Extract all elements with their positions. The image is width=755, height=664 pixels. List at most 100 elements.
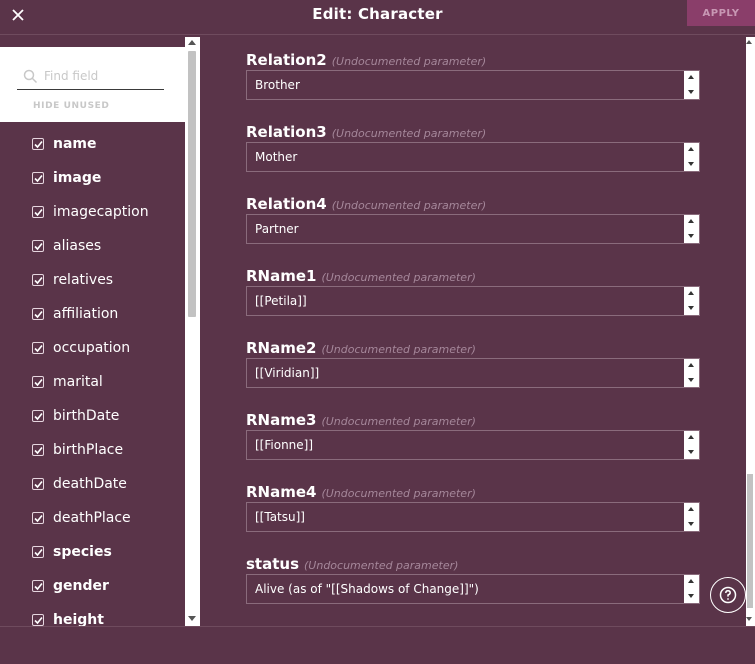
- checkbox[interactable]: [32, 478, 44, 490]
- check-icon: [33, 140, 43, 148]
- spinner-down-icon[interactable]: [688, 522, 694, 526]
- checkbox[interactable]: [32, 410, 44, 422]
- field-item[interactable]: image: [32, 168, 101, 188]
- spinner-up-icon[interactable]: [688, 219, 694, 223]
- spinner-down-icon[interactable]: [688, 234, 694, 238]
- spinner[interactable]: [684, 143, 699, 171]
- field-label: image: [53, 170, 102, 186]
- spinner-down-icon[interactable]: [688, 450, 694, 454]
- spinner-up-icon[interactable]: [688, 147, 694, 151]
- parameter-name: RName1: [246, 267, 317, 285]
- checkbox[interactable]: [32, 172, 44, 184]
- parameter-block: RName4 (Undocumented parameter) [[Tatsu]]: [246, 482, 700, 532]
- parameter-value: Mother: [255, 150, 298, 164]
- spinner[interactable]: [684, 287, 699, 315]
- checkbox[interactable]: [32, 206, 44, 218]
- spinner-up-icon[interactable]: [688, 579, 694, 583]
- parameter-input[interactable]: [[Fionne]]: [246, 430, 700, 460]
- parameter-value: [[Viridian]]: [255, 366, 320, 380]
- apply-button[interactable]: APPLY: [687, 0, 755, 26]
- spinner[interactable]: [684, 503, 699, 531]
- spinner-up-icon[interactable]: [688, 507, 694, 511]
- checkbox[interactable]: [32, 444, 44, 456]
- main-scrollbar[interactable]: [746, 37, 755, 626]
- spinner-down-icon[interactable]: [688, 306, 694, 310]
- spinner[interactable]: [684, 215, 699, 243]
- parameter-input[interactable]: [[Tatsu]]: [246, 502, 700, 532]
- field-item[interactable]: aliases: [32, 236, 101, 256]
- field-label: species: [53, 544, 112, 560]
- checkbox[interactable]: [32, 614, 44, 626]
- spinner-down-icon[interactable]: [688, 594, 694, 598]
- scroll-down-arrow[interactable]: [188, 616, 196, 621]
- parameter-block: Relation4 (Undocumented parameter) Partner: [246, 194, 700, 244]
- parameter-name: status: [246, 555, 299, 573]
- field-label: relatives: [53, 272, 114, 288]
- checkbox[interactable]: [32, 240, 44, 252]
- checkbox[interactable]: [32, 512, 44, 524]
- spinner[interactable]: [684, 359, 699, 387]
- check-icon: [33, 514, 43, 522]
- scroll-thumb[interactable]: [747, 474, 753, 608]
- checkbox[interactable]: [32, 580, 44, 592]
- spinner-up-icon[interactable]: [688, 75, 694, 79]
- checkbox[interactable]: [32, 546, 44, 558]
- sidebar-scrollbar[interactable]: [185, 37, 200, 626]
- field-item[interactable]: affiliation: [32, 304, 118, 324]
- field-item[interactable]: relatives: [32, 270, 113, 290]
- spinner[interactable]: [684, 431, 699, 459]
- scroll-up-arrow[interactable]: [188, 40, 196, 45]
- parameter-note: (Undocumented parameter): [321, 487, 476, 500]
- checkbox[interactable]: [32, 138, 44, 150]
- spinner-up-icon[interactable]: [688, 435, 694, 439]
- parameter-value: Brother: [255, 78, 300, 92]
- search-placeholder: Find field: [44, 69, 99, 83]
- spinner-down-icon[interactable]: [688, 90, 694, 94]
- spinner-up-icon[interactable]: [688, 363, 694, 367]
- scroll-thumb[interactable]: [188, 51, 196, 317]
- parameter-input[interactable]: [[Viridian]]: [246, 358, 700, 388]
- parameter-name: RName2: [246, 339, 317, 357]
- parameter-input[interactable]: [[Petila]]: [246, 286, 700, 316]
- spinner[interactable]: [684, 575, 699, 603]
- field-item[interactable]: name: [32, 134, 97, 154]
- field-item[interactable]: occupation: [32, 338, 130, 358]
- parameter-value: Alive (as of "[[Shadows of Change]]"): [255, 582, 479, 596]
- spinner[interactable]: [684, 71, 699, 99]
- check-icon: [33, 480, 43, 488]
- parameter-note: (Undocumented parameter): [321, 343, 476, 356]
- parameter-input[interactable]: Mother: [246, 142, 700, 172]
- checkbox[interactable]: [32, 342, 44, 354]
- checkbox[interactable]: [32, 274, 44, 286]
- field-item[interactable]: species: [32, 542, 112, 562]
- field-item[interactable]: height: [32, 610, 104, 626]
- parameter-input[interactable]: Alive (as of "[[Shadows of Change]]"): [246, 574, 700, 604]
- parameter-name: RName4: [246, 483, 317, 501]
- field-label: imagecaption: [53, 204, 149, 220]
- parameter-input[interactable]: Brother: [246, 70, 700, 100]
- parameter-block: RName1 (Undocumented parameter) [[Petila]]: [246, 266, 700, 316]
- check-icon: [33, 174, 43, 182]
- search-input[interactable]: Find field: [17, 65, 164, 90]
- field-item[interactable]: birthPlace: [32, 440, 123, 460]
- scroll-up-arrow[interactable]: [746, 40, 752, 44]
- scroll-down-arrow[interactable]: [746, 617, 752, 621]
- parameter-input[interactable]: Partner: [246, 214, 700, 244]
- field-item[interactable]: deathPlace: [32, 508, 131, 528]
- spinner-down-icon[interactable]: [688, 378, 694, 382]
- spinner-down-icon[interactable]: [688, 162, 694, 166]
- check-icon: [33, 446, 43, 454]
- field-item[interactable]: marital: [32, 372, 103, 392]
- checkbox[interactable]: [32, 376, 44, 388]
- checkbox[interactable]: [32, 308, 44, 320]
- help-button[interactable]: [710, 577, 746, 613]
- parameter-block: Relation3 (Undocumented parameter) Mother: [246, 122, 700, 172]
- field-item[interactable]: deathDate: [32, 474, 127, 494]
- field-item[interactable]: imagecaption: [32, 202, 149, 222]
- spinner-up-icon[interactable]: [688, 291, 694, 295]
- hide-unused-button[interactable]: HIDE UNUSED: [33, 101, 109, 111]
- dialog-footer: [0, 626, 755, 664]
- search-area: Find field HIDE UNUSED: [0, 47, 185, 122]
- field-item[interactable]: birthDate: [32, 406, 119, 426]
- field-item[interactable]: gender: [32, 576, 109, 596]
